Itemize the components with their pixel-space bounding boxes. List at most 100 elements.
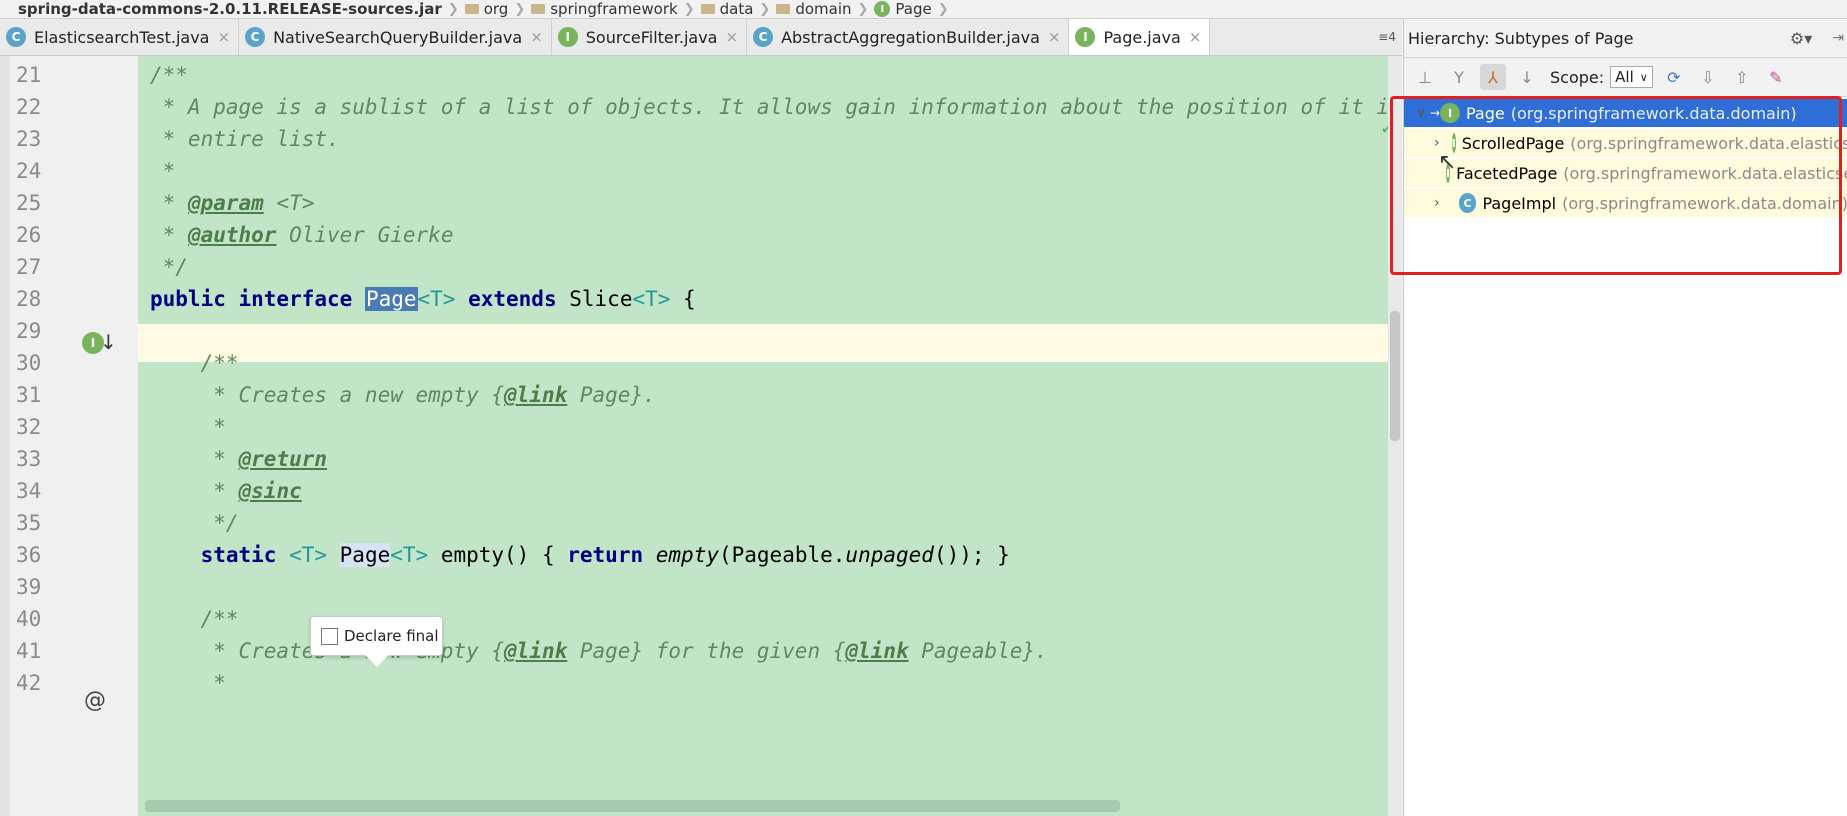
code-editor[interactable]: 21 /** 22 * A page is a sublist of a lis… <box>0 56 1452 816</box>
node-package: (org.springframework.data.domain) <box>1510 103 1797 123</box>
node-package: (org.springframework.data.elasticsearch.… <box>1563 163 1847 183</box>
breadcrumb-item-data[interactable]: data <box>695 0 760 18</box>
tab-label: ElasticsearchTest.java <box>34 27 210 47</box>
tab-label: SourceFilter.java <box>585 27 718 47</box>
hierarchy-panel: Hierarchy: Subtypes of Page ⚙▾ ⇥ ⊥ Y ⅄ ↓… <box>1403 19 1847 816</box>
type-hierarchy-icon[interactable]: ⊥ <box>1412 64 1438 90</box>
code-line: 42 * <box>0 664 1400 702</box>
javadoc-tag: @link <box>504 383 568 407</box>
tab-native-search-query-builder[interactable]: C NativeSearchQueryBuilder.java × <box>239 19 552 55</box>
javadoc-tag: @link <box>845 639 909 663</box>
tab-overflow-button[interactable]: ≡4 <box>1372 19 1402 55</box>
horizontal-scrollbar[interactable] <box>145 800 1120 812</box>
expand-all-icon[interactable]: ⇩ <box>1695 64 1721 90</box>
generic-param: <T> <box>632 287 671 311</box>
breadcrumb-item-domain[interactable]: domain <box>770 0 857 18</box>
chevron-right-icon[interactable]: › <box>1434 195 1447 211</box>
javadoc-tag: @sinc <box>238 479 302 503</box>
breadcrumb-separator: ❯ <box>447 1 459 17</box>
class-icon: C <box>1458 193 1477 213</box>
close-icon[interactable]: × <box>1048 28 1061 46</box>
comment-text: Pageable}. <box>908 639 1048 663</box>
interface-icon: I <box>1075 27 1096 47</box>
breadcrumb-item-org[interactable]: org <box>459 0 515 18</box>
tab-page-java[interactable]: I Page.java × <box>1069 19 1211 55</box>
breadcrumb-jar[interactable]: spring-data-commons-2.0.11.RELEASE-sourc… <box>0 0 448 18</box>
declare-final-popup[interactable]: Declare final <box>310 616 443 656</box>
breadcrumb-label: org <box>483 0 509 18</box>
supertypes-icon[interactable]: Y <box>1446 64 1472 90</box>
close-icon[interactable]: × <box>217 28 230 46</box>
breadcrumb-label: Page <box>895 0 932 18</box>
javadoc-tag: @author <box>187 223 277 247</box>
comment-text: * <box>150 479 239 503</box>
breadcrumb-label: domain <box>795 0 852 18</box>
collapse-all-icon[interactable]: ⇧ <box>1729 64 1755 90</box>
selected-identifier[interactable]: Page <box>364 287 418 311</box>
declare-final-checkbox[interactable] <box>321 627 338 645</box>
method-call: unpaged <box>845 543 934 567</box>
comment-text: Oliver Gierke <box>276 223 454 247</box>
node-package: (org.springframework.data.elasticsearch.… <box>1570 133 1847 153</box>
hierarchy-tree[interactable]: ∨ → I Page (org.springframework.data.dom… <box>1404 97 1847 812</box>
chevron-down-icon[interactable]: ∨ <box>1416 105 1430 121</box>
class-icon: C <box>753 27 774 47</box>
keyword: extends <box>455 287 570 311</box>
tree-node-page[interactable]: ∨ → I Page (org.springframework.data.dom… <box>1404 99 1847 127</box>
pin-icon[interactable]: ✎ <box>1763 64 1789 90</box>
tab-label: NativeSearchQueryBuilder.java <box>273 27 523 47</box>
javadoc-tag: @return <box>238 447 328 471</box>
hierarchy-title: Hierarchy: Subtypes of Page <box>1408 28 1634 48</box>
tree-node-faceted-page[interactable]: I FacetedPage (org.springframework.data.… <box>1404 159 1847 187</box>
node-name: ScrolledPage <box>1461 133 1565 153</box>
refresh-icon[interactable]: ⟳ <box>1661 64 1687 90</box>
node-package: (org.springframework.data.domain) <box>1562 193 1847 213</box>
method-args: (Pageable. <box>718 543 846 567</box>
comment-text: Page}. <box>567 383 656 407</box>
breadcrumb-separator: ❯ <box>937 1 949 17</box>
interface-icon: I <box>874 1 891 17</box>
close-icon[interactable]: × <box>530 28 543 46</box>
comment-text: * <box>150 191 188 215</box>
breadcrumb-label: springframework <box>550 0 678 18</box>
comment-text: * <box>150 447 239 471</box>
tab-label: AbstractAggregationBuilder.java <box>781 27 1040 47</box>
tab-elasticsearch-test[interactable]: C ElasticsearchTest.java × <box>0 19 240 55</box>
keyword: static <box>150 543 290 567</box>
tree-node-page-impl[interactable]: › C PageImpl (org.springframework.data.d… <box>1404 189 1847 217</box>
method-signature: empty() { <box>428 543 568 567</box>
tree-node-scrolled-page[interactable]: › I ScrolledPage (org.springframework.da… <box>1404 129 1847 157</box>
close-icon[interactable]: × <box>1189 28 1202 46</box>
breadcrumb-item-springframework[interactable]: springframework <box>525 0 683 18</box>
tab-label: Page.java <box>1103 27 1181 47</box>
scope-select[interactable]: All ∨ <box>1610 66 1653 88</box>
breadcrumb-label: data <box>719 0 754 18</box>
javadoc-tag: @param <box>187 191 264 215</box>
sort-alpha-icon[interactable]: ↓ <box>1514 64 1540 90</box>
type-name: Slice <box>569 287 633 311</box>
breadcrumb-separator: ❯ <box>683 1 695 17</box>
javadoc-tag: @link <box>504 639 568 663</box>
breadcrumb-item-page[interactable]: I Page <box>868 0 937 18</box>
tab-source-filter[interactable]: I SourceFilter.java × <box>552 19 748 55</box>
annotation-icon[interactable]: @ <box>84 688 106 713</box>
chevron-down-icon: ∨ <box>1639 70 1648 84</box>
subtypes-icon[interactable]: ⅄ <box>1480 64 1506 90</box>
generic-param: <T> <box>390 543 429 567</box>
chevron-right-icon[interactable]: › <box>1434 135 1440 151</box>
interface-icon: I <box>1440 103 1460 123</box>
scrollbar-thumb[interactable] <box>1390 311 1400 441</box>
node-name: FacetedPage <box>1456 163 1558 183</box>
line-number: 42 <box>16 671 42 695</box>
tab-abstract-aggregation-builder[interactable]: C AbstractAggregationBuilder.java × <box>747 19 1070 55</box>
arrow-down-icon[interactable]: ↓ <box>100 330 117 354</box>
folder-icon <box>531 4 546 14</box>
gear-icon[interactable]: ⚙▾ <box>1790 29 1812 48</box>
hierarchy-toolbar: ⊥ Y ⅄ ↓ Scope: All ∨ ⟳ ⇩ ⇧ ✎ <box>1404 58 1847 97</box>
hide-icon[interactable]: ⇥ <box>1832 30 1844 46</box>
breadcrumb-separator: ❯ <box>759 1 771 17</box>
generic-param: <T> <box>289 543 340 567</box>
comment-text: * <box>150 223 188 247</box>
brace: { <box>670 287 696 311</box>
close-icon[interactable]: × <box>725 28 738 46</box>
